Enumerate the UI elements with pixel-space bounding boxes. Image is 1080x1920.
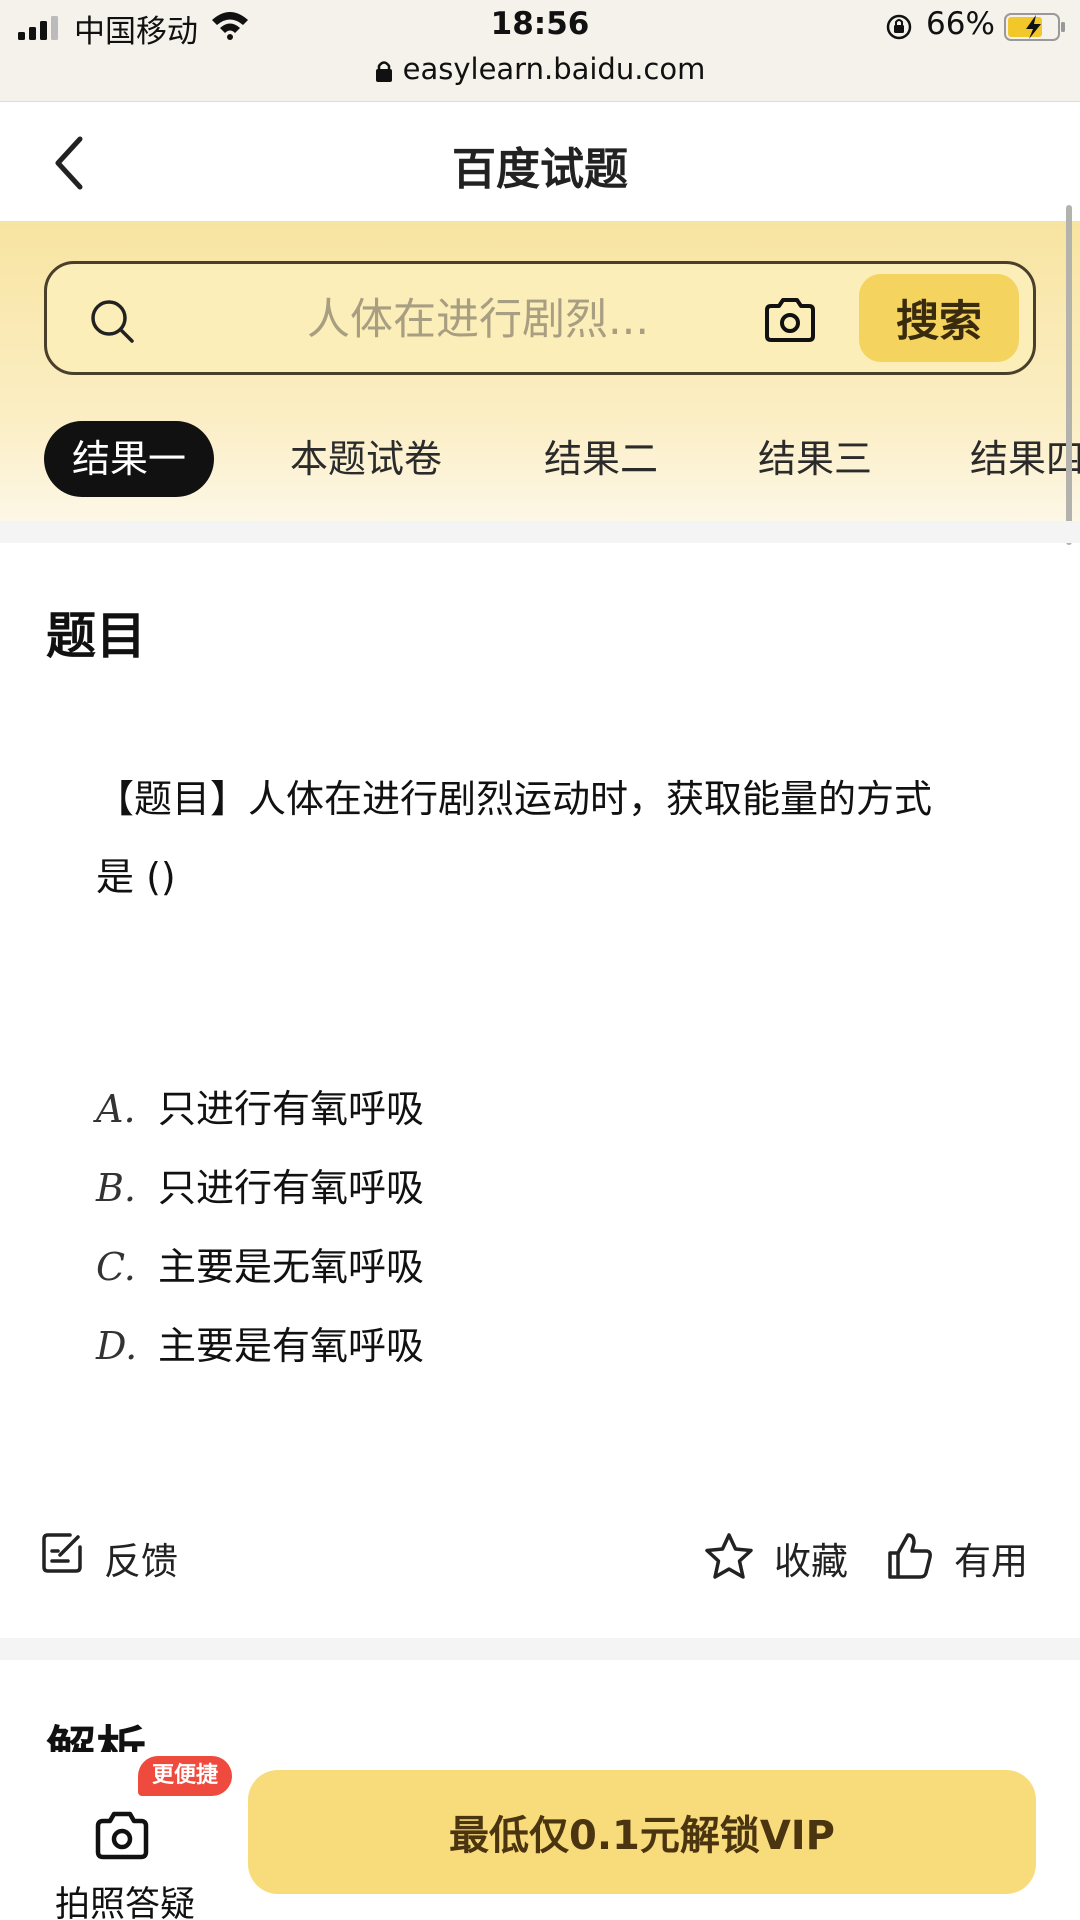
convenience-badge: 更便捷: [138, 1756, 233, 1796]
tab-exam-paper[interactable]: 本题试卷: [290, 421, 442, 497]
feedback-label: 反馈: [104, 1540, 178, 1583]
section-divider: [0, 1638, 1080, 1660]
url-text: easylearn.baidu.com: [402, 52, 706, 86]
option-a[interactable]: A. 只进行有氧呼吸: [96, 1070, 424, 1149]
tab-result-4[interactable]: 结果四: [970, 421, 1080, 497]
search-button[interactable]: 搜索: [859, 274, 1019, 362]
tab-result-3[interactable]: 结果三: [758, 421, 872, 497]
nav-bar: 百度试题: [0, 103, 1080, 221]
url-bar[interactable]: easylearn.baidu.com: [0, 52, 1080, 86]
padlock-icon: [375, 61, 392, 82]
status-bar: 中国移动 18:56 66% easylearn.baidu.com: [0, 0, 1080, 102]
question-heading: 题目: [46, 607, 146, 665]
collect-label: 收藏: [774, 1540, 848, 1583]
question-line-1: 【题目】人体在进行剧烈运动时，获取能量的方式: [96, 777, 933, 821]
search-icon: [91, 300, 134, 343]
scrollbar[interactable]: [1066, 205, 1072, 545]
page: 中国移动 18:56 66% easylearn.baidu.com 百度试题 …: [0, 0, 1080, 1920]
camera-icon[interactable]: [763, 296, 817, 344]
orientation-lock-icon: [886, 14, 912, 40]
useful-label: 有用: [954, 1540, 1028, 1583]
collect-button[interactable]: 收藏: [702, 1525, 852, 1591]
star-icon: [705, 1533, 753, 1579]
option-d[interactable]: D. 主要是有氧呼吸: [96, 1307, 424, 1386]
feedback-button[interactable]: 反馈: [40, 1525, 200, 1591]
option-text: 主要是有氧呼吸: [158, 1324, 425, 1368]
answer-options: A. 只进行有氧呼吸 B. 只进行有氧呼吸 C. 主要是无氧呼吸 D. 主要是有氧呼吸: [96, 1070, 424, 1386]
search-input[interactable]: [307, 292, 747, 348]
battery-percent: 66%: [926, 6, 995, 42]
option-letter: C.: [96, 1245, 136, 1289]
bottom-bar: 拍照答疑 更便捷 最低仅0.1元解锁VIP: [0, 1752, 1080, 1920]
tab-result-2[interactable]: 结果二: [544, 421, 658, 497]
option-text: 只进行有氧呼吸: [158, 1087, 425, 1131]
clock-time: 18:56: [490, 6, 590, 42]
option-letter: B.: [96, 1166, 137, 1210]
section-divider: [0, 521, 1080, 543]
camera-icon: [95, 1811, 149, 1860]
option-letter: D.: [96, 1324, 138, 1368]
photo-question-label: 拍照答疑: [54, 1885, 195, 1920]
useful-button[interactable]: 有用: [886, 1525, 1036, 1591]
question-actions: 反馈 收藏 有用: [0, 1525, 1080, 1591]
option-letter: A.: [96, 1087, 136, 1131]
feedback-icon: [42, 1533, 82, 1573]
option-text: 只进行有氧呼吸: [158, 1166, 425, 1210]
question-text: 【题目】人体在进行剧烈运动时，获取能量的方式 是 (): [96, 760, 996, 916]
option-text: 主要是无氧呼吸: [158, 1245, 425, 1289]
result-tabs: 结果一 本题试卷 结果二 结果三 结果四: [0, 421, 1080, 497]
question-line-2: 是 (): [96, 855, 176, 899]
battery-charging-icon: [1004, 13, 1065, 41]
analysis-heading: 解析: [46, 1721, 146, 1754]
option-b[interactable]: B. 只进行有氧呼吸: [96, 1149, 424, 1228]
unlock-vip-button[interactable]: 最低仅0.1元解锁VIP: [248, 1770, 1036, 1894]
search-header: 搜索 结果一 本题试卷 结果二 结果三 结果四: [0, 221, 1080, 521]
option-c[interactable]: C. 主要是无氧呼吸: [96, 1228, 424, 1307]
search-box: 搜索: [44, 261, 1036, 375]
photo-question-button[interactable]: 拍照答疑: [40, 1780, 210, 1920]
thumbs-up-icon: [888, 1533, 932, 1579]
tab-result-1[interactable]: 结果一: [44, 421, 215, 497]
page-title: 百度试题: [452, 144, 628, 195]
